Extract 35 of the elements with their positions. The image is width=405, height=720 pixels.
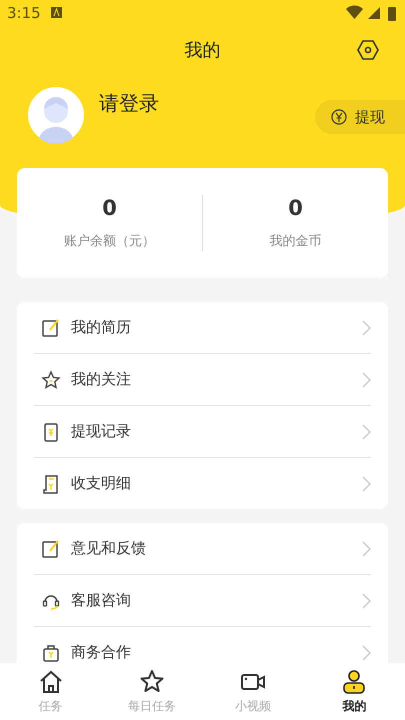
- chevron-right-icon: [361, 644, 371, 660]
- chevron-right-icon: [361, 540, 371, 556]
- menu-item[interactable]: 我的关注: [71, 370, 351, 389]
- tab[interactable]: 我的: [304, 663, 405, 720]
- stat-value: 0: [102, 196, 117, 220]
- menu-item[interactable]: 意见和反馈: [71, 539, 351, 558]
- withdraw-button[interactable]: 提现: [315, 100, 405, 134]
- page-title: 我的: [184, 39, 220, 62]
- menu-item[interactable]: 提现记录: [71, 422, 351, 441]
- settings-icon[interactable]: [357, 40, 379, 60]
- menu-item[interactable]: 收支明细: [71, 474, 351, 493]
- chevron-right-icon: [361, 372, 371, 388]
- login-prompt[interactable]: 请登录: [99, 90, 159, 116]
- bill-icon: [41, 474, 61, 494]
- chevron-right-icon: [361, 476, 371, 492]
- user-icon: [341, 668, 368, 694]
- chevron-right-icon: [361, 424, 371, 440]
- menu-item[interactable]: 客服咨询: [71, 591, 351, 610]
- edit-icon: [41, 318, 61, 338]
- yuan-icon: [331, 109, 347, 125]
- status-time: 3:15: [7, 4, 41, 22]
- bag-icon: [41, 642, 61, 662]
- star-icon: [138, 668, 165, 694]
- stat-label: 账户余额（元）: [64, 233, 155, 250]
- menu-item[interactable]: 商务合作: [71, 643, 351, 662]
- stat-label: 我的金币: [270, 233, 322, 250]
- notification-icon: [50, 7, 62, 18]
- menu-item[interactable]: 我的简历: [71, 318, 351, 337]
- stat-value: 0: [288, 196, 303, 220]
- edit-icon: [41, 538, 61, 558]
- status-icons: [346, 4, 398, 20]
- chevron-right-icon: [361, 320, 371, 336]
- chevron-right-icon: [361, 592, 371, 608]
- star-icon: [41, 370, 61, 390]
- home-icon: [38, 668, 64, 694]
